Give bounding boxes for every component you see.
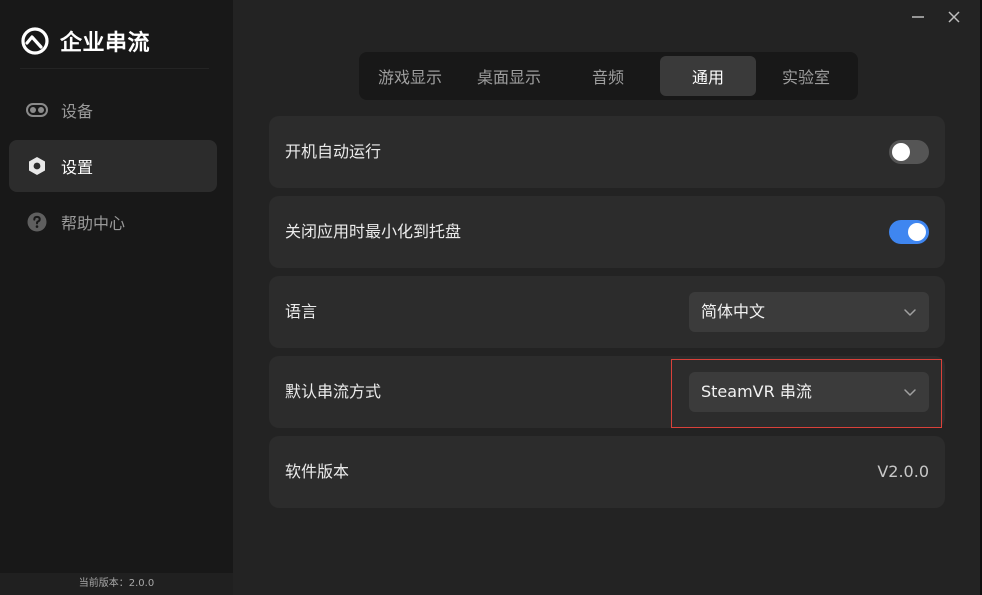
version-value: V2.0.0 bbox=[877, 462, 929, 481]
version-label: 软件版本 bbox=[285, 462, 350, 481]
help-icon bbox=[26, 211, 48, 233]
auto-start-toggle[interactable] bbox=[889, 140, 929, 164]
minimize-to-tray-toggle[interactable] bbox=[889, 220, 929, 244]
tab-audio[interactable]: 音频 bbox=[560, 56, 656, 96]
language-select-value: 简体中文 bbox=[701, 302, 766, 321]
sidebar-item-label: 设备 bbox=[61, 102, 94, 121]
minimize-icon bbox=[912, 16, 924, 18]
toggle-knob bbox=[892, 143, 910, 161]
sidebar-item-devices[interactable]: 设备 bbox=[9, 84, 217, 136]
setting-row-auto-start: 开机自动运行 bbox=[269, 116, 945, 188]
settings-tabs: 游戏显示 桌面显示 音频 通用 实验室 bbox=[359, 52, 858, 100]
chevron-down-icon bbox=[904, 309, 916, 316]
sidebar-item-label: 设置 bbox=[61, 158, 94, 177]
footer-version-text: 当前版本：2.0.0 bbox=[0, 573, 233, 595]
settings-icon bbox=[26, 155, 48, 177]
stream-mode-select[interactable]: SteamVR 串流 bbox=[689, 372, 929, 412]
sidebar-item-label: 帮助中心 bbox=[61, 214, 126, 233]
minimize-button[interactable] bbox=[907, 6, 929, 28]
vr-headset-icon bbox=[26, 99, 48, 121]
sidebar-item-help[interactable]: 帮助中心 bbox=[9, 196, 217, 248]
brand: 企业串流 bbox=[20, 25, 150, 57]
minimize-to-tray-label: 关闭应用时最小化到托盘 bbox=[285, 222, 462, 241]
setting-row-language: 语言 简体中文 bbox=[269, 276, 945, 348]
toggle-knob bbox=[908, 223, 926, 241]
tab-general[interactable]: 通用 bbox=[660, 56, 756, 96]
language-select[interactable]: 简体中文 bbox=[689, 292, 929, 332]
setting-row-version: 软件版本 V2.0.0 bbox=[269, 436, 945, 508]
stream-mode-label: 默认串流方式 bbox=[285, 382, 382, 401]
tab-game-display[interactable]: 游戏显示 bbox=[362, 56, 458, 96]
sidebar: 企业串流 设备 设置 帮助中心 当前版本：2.0.0 bbox=[0, 0, 233, 595]
close-icon bbox=[948, 11, 960, 23]
app-title: 企业串流 bbox=[60, 31, 151, 56]
auto-start-label: 开机自动运行 bbox=[285, 142, 382, 161]
language-label: 语言 bbox=[285, 302, 318, 321]
sidebar-item-settings[interactable]: 设置 bbox=[9, 140, 217, 192]
tab-lab[interactable]: 实验室 bbox=[758, 56, 854, 96]
close-button[interactable] bbox=[943, 6, 965, 28]
chevron-down-icon bbox=[904, 389, 916, 396]
app-logo-icon bbox=[21, 27, 49, 55]
tab-desktop-display[interactable]: 桌面显示 bbox=[461, 56, 557, 96]
stream-mode-select-value: SteamVR 串流 bbox=[701, 382, 812, 401]
brand-divider bbox=[20, 68, 209, 69]
setting-row-stream-mode: 默认串流方式 SteamVR 串流 bbox=[269, 356, 945, 428]
setting-row-minimize-to-tray: 关闭应用时最小化到托盘 bbox=[269, 196, 945, 268]
